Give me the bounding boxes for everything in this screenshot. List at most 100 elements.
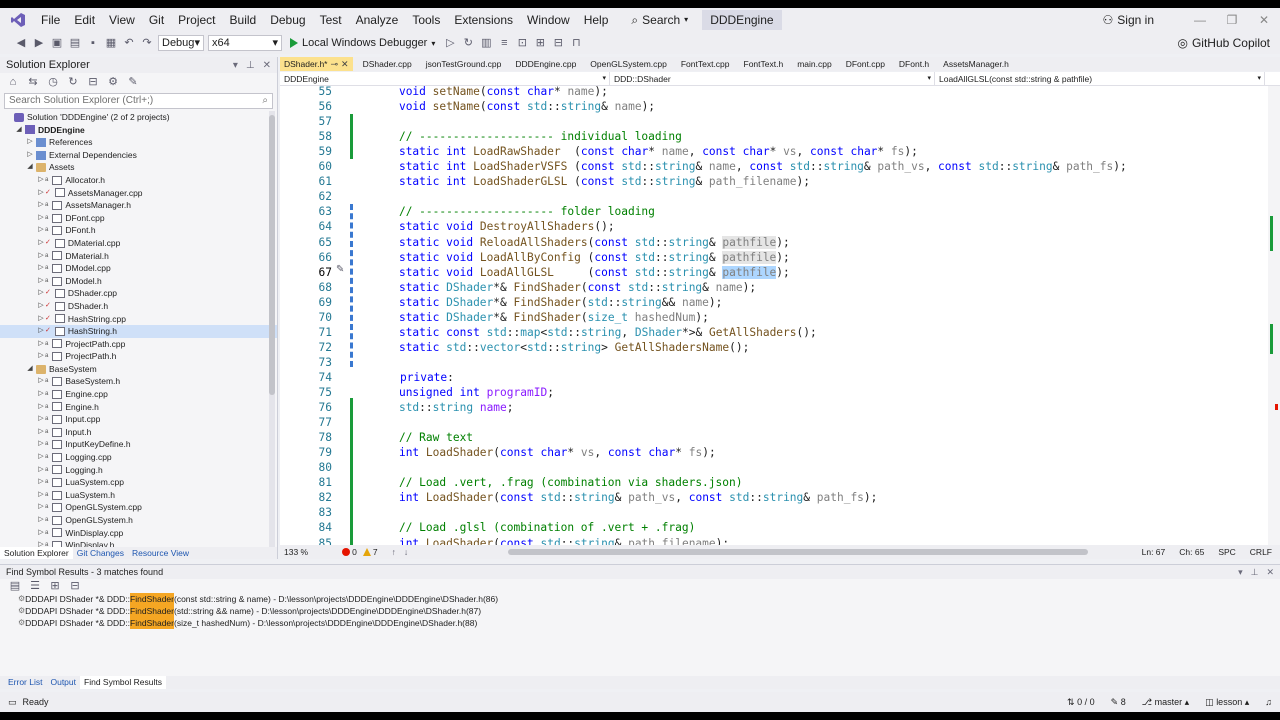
save-icon[interactable]: ▪ [86,36,100,50]
minimize-button[interactable]: — [1184,13,1216,27]
collapsed-arrow-icon[interactable]: ▷ [37,438,45,451]
editor-vertical-scrollbar[interactable] [1268,86,1280,545]
arrow-up-icon[interactable]: ↑ [392,547,396,557]
tree-item[interactable]: ▷ a DFont.h [0,224,277,237]
close-icon[interactable]: ✕ [1266,565,1274,579]
wrench-icon[interactable]: ✎ [126,75,140,89]
list-icon[interactable]: ▤ [8,579,22,593]
sync-icon[interactable]: ⇆ [26,75,40,89]
properties-icon[interactable]: ⚙ [106,75,120,89]
tree-item[interactable]: ▷ a LuaSystem.cpp [0,476,277,489]
menu-analyze[interactable]: Analyze [349,10,406,30]
code-line[interactable]: 73 [280,355,1268,370]
collapsed-arrow-icon[interactable]: ▷ [37,187,45,200]
collapsed-arrow-icon[interactable]: ▷ [37,426,45,439]
tree-item[interactable]: ▷ a DModel.h [0,275,277,288]
tree-item[interactable]: ▷ a WinDisplay.cpp [0,527,277,540]
document-tab[interactable]: FontText.h [740,57,788,71]
tree-item[interactable]: ▷ a ProjectPath.cpp [0,338,277,351]
bottom-tab[interactable]: Error List [4,676,46,689]
branch-selector[interactable]: ⎇ master ▴ [1142,697,1189,708]
bottom-tab[interactable]: Find Symbol Results [80,676,166,689]
toolbar-icon[interactable]: ≡ [497,36,511,50]
code-line[interactable]: 81 // Load .vert, .frag (combination via… [280,475,1268,490]
code-line[interactable]: 59 static int LoadRawShader (const char*… [280,144,1268,159]
expanded-arrow-icon[interactable]: ◢ [26,161,34,174]
collapsed-arrow-icon[interactable]: ▷ [37,224,45,237]
collapsed-arrow-icon[interactable]: ▷ [37,501,45,514]
collapsed-arrow-icon[interactable]: ▷ [37,451,45,464]
collapsed-arrow-icon[interactable]: ▷ [37,275,45,288]
error-count[interactable]: 0 [342,547,357,557]
menu-project[interactable]: Project [171,10,222,30]
line-ending[interactable]: CRLF [1250,547,1272,557]
project-nav-select[interactable]: DDDEngine ▾ [280,72,610,86]
whitespace-mode[interactable]: SPC [1218,547,1235,557]
tree-item[interactable]: ▷ a Input.h [0,426,277,439]
horizontal-scrollbar[interactable] [508,549,1089,555]
collapse-icon[interactable]: ⊟ [86,75,100,89]
forward-icon[interactable]: ▶ [32,36,46,50]
collapsed-arrow-icon[interactable]: ▷ [37,325,45,338]
expanded-arrow-icon[interactable]: ◢ [15,124,23,137]
code-line[interactable]: 57 [280,114,1268,129]
collapsed-arrow-icon[interactable]: ▷ [37,199,45,212]
code-line[interactable]: 58 // -------------------- individual lo… [280,129,1268,144]
redo-icon[interactable]: ↷ [140,36,154,50]
code-line[interactable]: 55 void setName(const char* name); [280,86,1268,99]
refresh-icon[interactable]: ↻ [66,75,80,89]
platform-select[interactable]: x64 ▾ [208,35,282,51]
notifications-icon[interactable]: ♫ [1265,697,1272,707]
member-nav-select[interactable]: LoadAllGLSL(const std::string & pathfile… [935,72,1265,86]
new-item-icon[interactable]: ▣ [50,36,64,50]
tree-item[interactable]: ▷ a DMaterial.h [0,250,277,263]
code-line[interactable]: 61 static int LoadShaderGLSL (const std:… [280,174,1268,189]
tree-item[interactable]: ▷ a DFont.cpp [0,212,277,225]
search-menu[interactable]: ⌕ Search ▾ [623,10,696,30]
tree-item[interactable]: ▷ External Dependencies [0,149,277,162]
pending-changes[interactable]: ✎ 8 [1111,697,1126,708]
collapsed-arrow-icon[interactable]: ▷ [37,375,45,388]
bookmark-icon[interactable]: ⊓ [569,36,583,50]
collapsed-arrow-icon[interactable]: ▷ [37,350,45,363]
toolbar-icon[interactable]: ▥ [479,36,493,50]
collapsed-arrow-icon[interactable]: ▷ [37,250,45,263]
find-result-row[interactable]: ⚙ DDDAPI DShader *& DDD:: FindShader (const… [0,593,1280,605]
tree-item[interactable]: ▷ a OpenGLSystem.cpp [0,501,277,514]
collapsed-arrow-icon[interactable]: ▷ [37,413,45,426]
menu-help[interactable]: Help [577,10,616,30]
code-line[interactable]: 56 void setName(const std::string& name)… [280,99,1268,114]
tree-scrollbar[interactable] [269,111,275,549]
menu-git[interactable]: Git [142,10,171,30]
find-result-row[interactable]: ⚙ DDDAPI DShader *& DDD:: FindShader (size_… [0,617,1280,629]
zoom-level[interactable]: 133 % [280,547,312,557]
scrollbar-thumb[interactable] [269,115,275,395]
pane-tab[interactable]: Solution Explorer [0,547,73,559]
menu-test[interactable]: Test [313,10,349,30]
document-tab[interactable]: FontText.cpp [677,57,734,71]
sign-in-button[interactable]: ⚇ Sign in [1103,13,1154,27]
solution-name-badge[interactable]: DDDEngine [702,10,782,30]
pin-icon[interactable]: ⊸ [330,57,338,71]
tree-item[interactable]: ▷ a Allocator.h [0,174,277,187]
menu-debug[interactable]: Debug [263,10,312,30]
document-tab[interactable]: OpenGLSystem.cpp [586,57,671,71]
warning-count[interactable]: 7 [362,547,378,557]
code-line[interactable]: 66 static void LoadAllByConfig (const st… [280,250,1268,265]
dropdown-icon[interactable]: ▾ [233,60,238,71]
menu-file[interactable]: File [34,10,67,30]
code-line[interactable]: 65 static void ReloadAllShaders(const st… [280,235,1268,250]
code-editor[interactable]: 55 void setName(const char* name); 56 voi… [280,86,1268,545]
edit-pencil-icon[interactable]: ✎ [336,264,344,275]
menu-edit[interactable]: Edit [67,10,102,30]
code-line[interactable]: 68 static DShader*& FindShader(const std… [280,280,1268,295]
code-line[interactable]: 60 static int LoadShaderVSFS (const std:… [280,159,1268,174]
code-line[interactable]: 83 [280,505,1268,520]
tree-item[interactable]: ▷ ✓ DShader.cpp [0,287,277,300]
start-without-debug-icon[interactable]: ▷ [443,36,457,50]
code-line[interactable]: 85 int LoadShader(const std::string& pat… [280,536,1268,546]
tree-item[interactable]: ▷ a Logging.h [0,464,277,477]
collapsed-arrow-icon[interactable]: ▷ [37,527,45,540]
collapsed-arrow-icon[interactable]: ▷ [37,464,45,477]
pane-tab[interactable]: Git Changes [73,547,128,559]
